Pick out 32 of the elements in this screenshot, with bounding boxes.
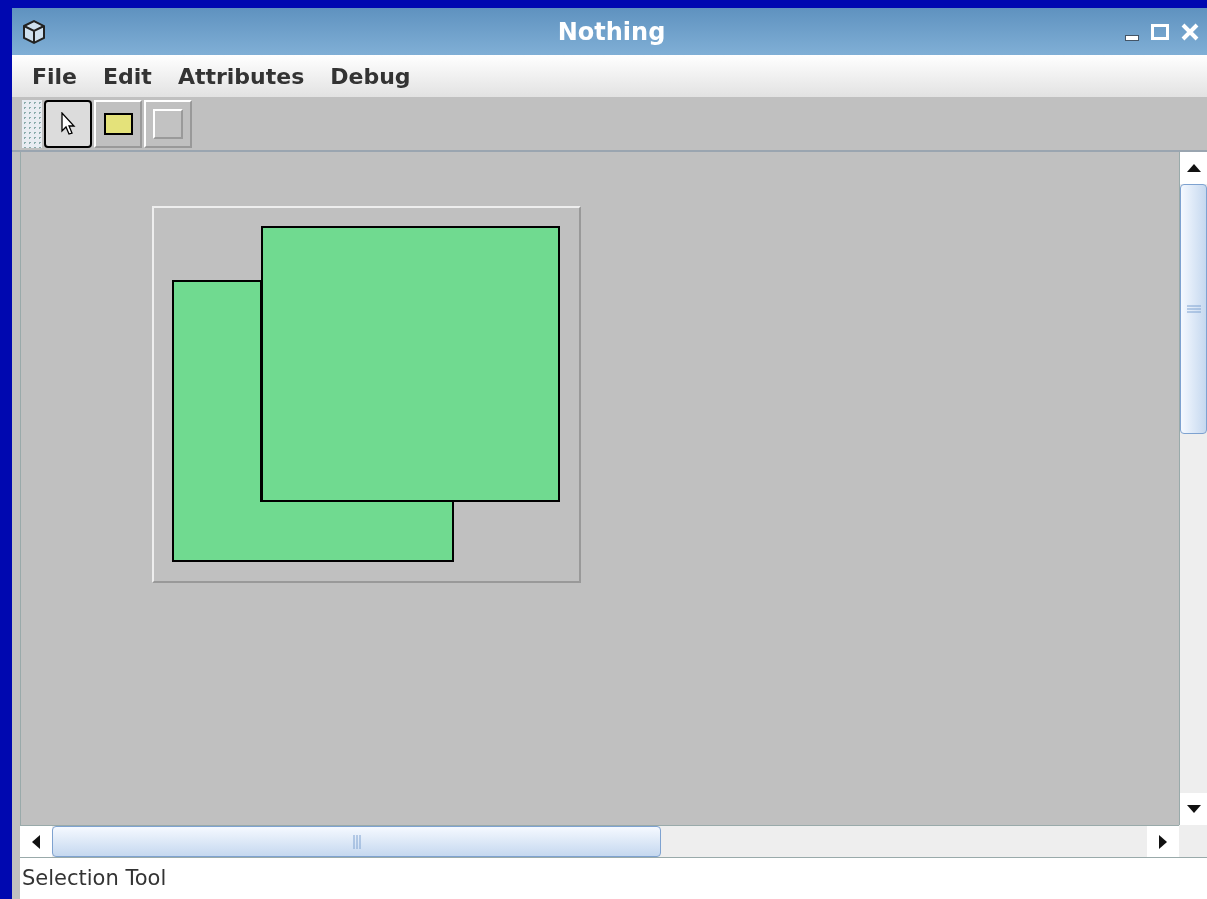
toolbar-grip[interactable] (22, 99, 42, 148)
rectangle-icon (103, 112, 133, 135)
horizontal-scrollbar[interactable] (20, 825, 1179, 857)
down-arrow-icon (1186, 805, 1201, 813)
right-arrow-icon (1159, 834, 1167, 849)
scroll-thumb[interactable] (1180, 184, 1207, 434)
scroll-thumb[interactable] (52, 826, 661, 857)
scroll-right-button[interactable] (1147, 826, 1179, 857)
cube-icon (20, 17, 48, 46)
scroll-left-button[interactable] (20, 826, 52, 857)
grip-icon (352, 834, 361, 849)
menu-item[interactable]: Debug (330, 59, 411, 93)
vertical-scrollbar[interactable] (1179, 152, 1207, 825)
left-arrow-icon (32, 834, 40, 849)
pointer-icon (60, 111, 76, 136)
scroll-down-button[interactable] (1180, 793, 1207, 825)
scrollbar-corner (1179, 825, 1207, 857)
grip-icon (1186, 305, 1201, 313)
minimize-button[interactable] (1125, 34, 1139, 41)
window-title: Nothing (556, 16, 667, 48)
group-frame[interactable] (152, 206, 581, 583)
status-text: Selection Tool (22, 864, 167, 892)
close-icon[interactable] (1181, 22, 1199, 41)
maximize-button[interactable] (1151, 23, 1169, 40)
square-icon (153, 108, 183, 139)
tool-button[interactable] (44, 99, 92, 148)
menu-item[interactable]: Edit (103, 59, 152, 93)
scroll-up-button[interactable] (1180, 152, 1207, 184)
menu-item[interactable]: File (32, 59, 78, 93)
up-arrow-icon (1186, 164, 1201, 172)
menu-item[interactable]: Attributes (177, 59, 305, 93)
front-rectangle-shape[interactable] (261, 226, 560, 502)
